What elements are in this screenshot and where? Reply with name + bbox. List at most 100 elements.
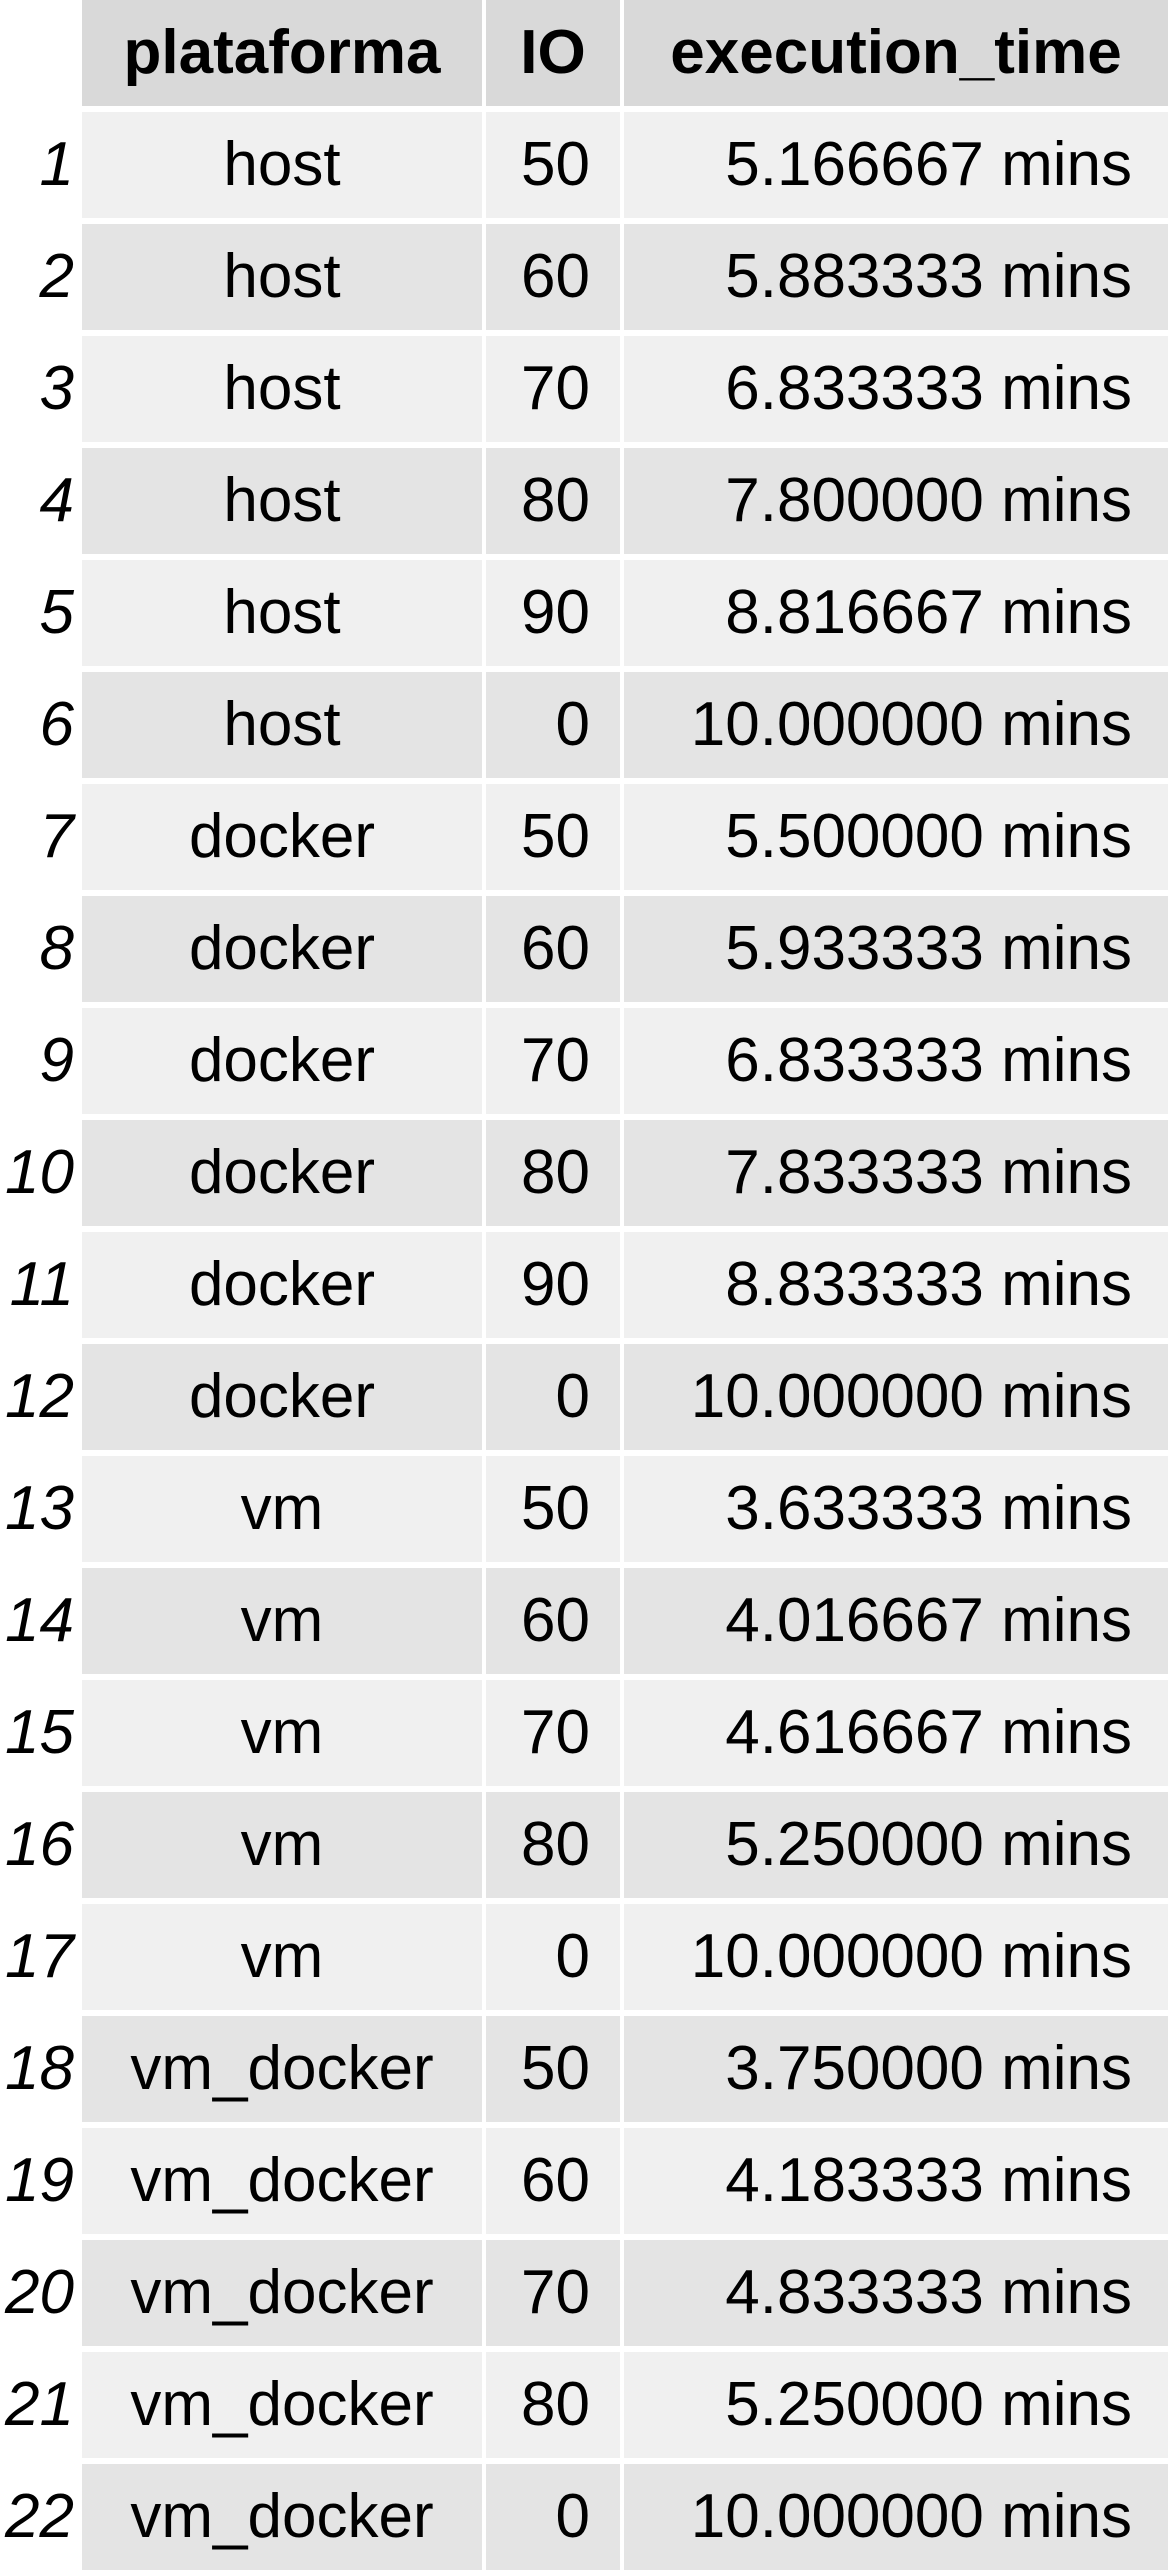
cell-plataforma: vm_docker [82,2240,482,2346]
cell-plataforma: host [82,560,482,666]
row-number: 16 [0,1792,80,1898]
cell-plataforma: host [82,112,482,218]
table-row: 3 host 70 6.833333 mins [0,336,1168,448]
row-number: 11 [0,1232,80,1338]
cell-plataforma: vm_docker [82,2464,482,2570]
table-row: 18 vm_docker 50 3.750000 mins [0,2016,1168,2128]
header-corner [0,0,80,106]
cell-plataforma: vm_docker [82,2352,482,2458]
cell-plataforma: vm [82,1792,482,1898]
cell-plataforma: vm_docker [82,2016,482,2122]
cell-plataforma: docker [82,1232,482,1338]
row-number: 20 [0,2240,80,2346]
cell-io: 90 [486,560,620,666]
cell-plataforma: docker [82,896,482,1002]
cell-io: 50 [486,112,620,218]
cell-io: 70 [486,1008,620,1114]
table-row: 20 vm_docker 70 4.833333 mins [0,2240,1168,2352]
table-row: 15 vm 70 4.616667 mins [0,1680,1168,1792]
row-number: 4 [0,448,80,554]
table-row: 8 docker 60 5.933333 mins [0,896,1168,1008]
cell-plataforma: vm [82,1680,482,1786]
row-number: 14 [0,1568,80,1674]
cell-plataforma: docker [82,1120,482,1226]
cell-execution-time: 8.833333 mins [624,1232,1168,1338]
cell-io: 90 [486,1232,620,1338]
cell-io: 80 [486,1120,620,1226]
cell-io: 70 [486,336,620,442]
cell-execution-time: 3.750000 mins [624,2016,1168,2122]
row-number: 2 [0,224,80,330]
row-number: 9 [0,1008,80,1114]
table-row: 17 vm 0 10.000000 mins [0,1904,1168,2016]
row-number: 21 [0,2352,80,2458]
cell-io: 0 [486,1904,620,2010]
cell-io: 80 [486,448,620,554]
column-header-plataforma: plataforma [82,0,482,106]
table-row: 11 docker 90 8.833333 mins [0,1232,1168,1344]
cell-execution-time: 10.000000 mins [624,1344,1168,1450]
table-row: 1 host 50 5.166667 mins [0,112,1168,224]
table-row: 21 vm_docker 80 5.250000 mins [0,2352,1168,2464]
cell-execution-time: 4.016667 mins [624,1568,1168,1674]
row-number: 17 [0,1904,80,2010]
cell-execution-time: 8.816667 mins [624,560,1168,666]
cell-plataforma: docker [82,1344,482,1450]
table-header-row: plataforma IO execution_time [0,0,1168,112]
cell-plataforma: host [82,448,482,554]
cell-io: 50 [486,2016,620,2122]
row-number: 3 [0,336,80,442]
cell-plataforma: vm_docker [82,2128,482,2234]
cell-io: 70 [486,2240,620,2346]
cell-plataforma: vm [82,1456,482,1562]
row-number: 6 [0,672,80,778]
cell-io: 80 [486,2352,620,2458]
cell-io: 60 [486,896,620,1002]
cell-plataforma: vm [82,1568,482,1674]
cell-execution-time: 5.933333 mins [624,896,1168,1002]
data-table: plataforma IO execution_time 1 host 50 5.16… [0,0,1168,2576]
row-number: 8 [0,896,80,1002]
table-row: 4 host 80 7.800000 mins [0,448,1168,560]
table-row: 22 vm_docker 0 10.000000 mins [0,2464,1168,2576]
cell-execution-time: 10.000000 mins [624,1904,1168,2010]
table-row: 7 docker 50 5.500000 mins [0,784,1168,896]
row-number: 19 [0,2128,80,2234]
table-row: 2 host 60 5.883333 mins [0,224,1168,336]
table-row: 13 vm 50 3.633333 mins [0,1456,1168,1568]
cell-execution-time: 5.883333 mins [624,224,1168,330]
cell-execution-time: 10.000000 mins [624,2464,1168,2570]
cell-plataforma: docker [82,784,482,890]
column-header-execution-time: execution_time [624,0,1168,106]
cell-io: 50 [486,784,620,890]
cell-execution-time: 7.833333 mins [624,1120,1168,1226]
row-number: 1 [0,112,80,218]
row-number: 13 [0,1456,80,1562]
table-row: 5 host 90 8.816667 mins [0,560,1168,672]
row-number: 5 [0,560,80,666]
row-number: 7 [0,784,80,890]
table-row: 6 host 0 10.000000 mins [0,672,1168,784]
cell-io: 70 [486,1680,620,1786]
cell-execution-time: 4.833333 mins [624,2240,1168,2346]
cell-plataforma: host [82,224,482,330]
cell-plataforma: docker [82,1008,482,1114]
cell-execution-time: 5.250000 mins [624,2352,1168,2458]
cell-io: 0 [486,672,620,778]
cell-execution-time: 3.633333 mins [624,1456,1168,1562]
table-row: 14 vm 60 4.016667 mins [0,1568,1168,1680]
row-number: 12 [0,1344,80,1450]
cell-io: 60 [486,224,620,330]
row-number: 18 [0,2016,80,2122]
cell-execution-time: 6.833333 mins [624,336,1168,442]
table-row: 19 vm_docker 60 4.183333 mins [0,2128,1168,2240]
row-number: 10 [0,1120,80,1226]
table-row: 10 docker 80 7.833333 mins [0,1120,1168,1232]
cell-execution-time: 5.166667 mins [624,112,1168,218]
cell-execution-time: 10.000000 mins [624,672,1168,778]
cell-io: 0 [486,1344,620,1450]
row-number: 15 [0,1680,80,1786]
table-row: 9 docker 70 6.833333 mins [0,1008,1168,1120]
table-row: 12 docker 0 10.000000 mins [0,1344,1168,1456]
cell-io: 0 [486,2464,620,2570]
